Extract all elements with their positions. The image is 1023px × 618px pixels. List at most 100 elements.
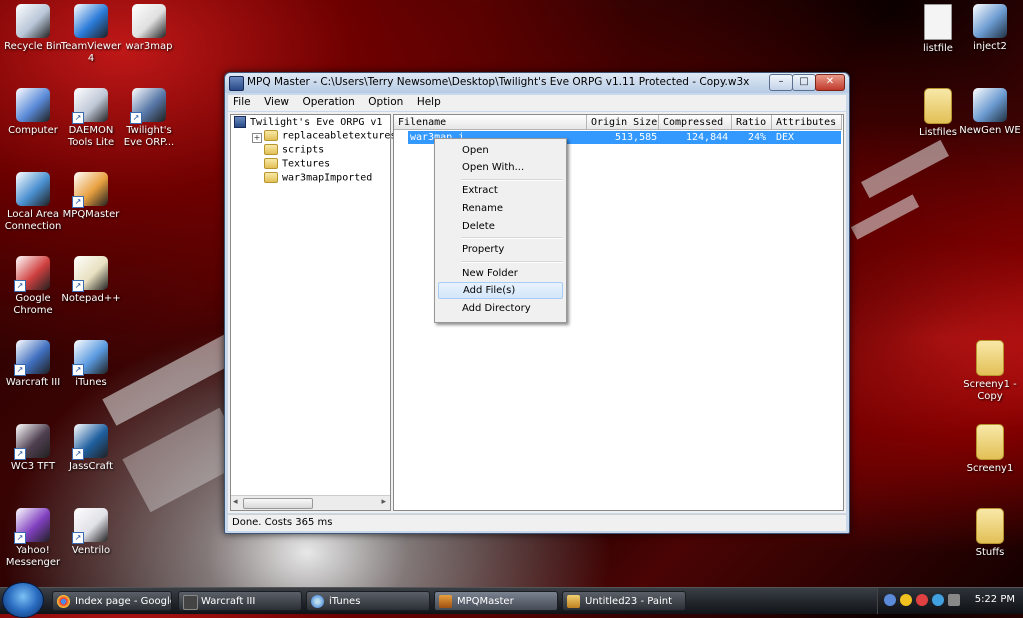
- scroll-right-arrow-icon[interactable]: ▸: [381, 497, 386, 507]
- shortcut-arrow-icon: ↗: [14, 280, 26, 292]
- desktop-icon[interactable]: Screeny1: [957, 424, 1023, 475]
- yahoo-tray-icon[interactable]: [900, 594, 912, 606]
- warcraft-icon: [183, 595, 198, 610]
- folder-icon: [924, 88, 952, 124]
- menu-file[interactable]: File: [228, 95, 256, 109]
- jasscraft-icon: ↗: [72, 424, 108, 460]
- desktop-icon[interactable]: TeamViewer 4: [58, 4, 124, 65]
- maximize-button[interactable]: □: [792, 74, 816, 91]
- mpqmaster-app-icon: [229, 76, 244, 91]
- menu-item-delete[interactable]: Delete: [438, 218, 563, 235]
- menu-help[interactable]: Help: [412, 95, 446, 109]
- desktop-icon[interactable]: war3map: [116, 4, 182, 53]
- taskbar-item-mpqmaster[interactable]: MPQMaster: [434, 591, 558, 611]
- desktop-icon[interactable]: ↗ Warcraft III: [0, 340, 66, 389]
- taskbar-item-chrome[interactable]: Index page - Google...: [52, 591, 172, 611]
- menu-item-open-with[interactable]: Open With...: [438, 159, 563, 176]
- desktop-icon[interactable]: ↗ DAEMON Tools Lite: [58, 88, 124, 149]
- desktop-icon[interactable]: ↗ Twilight's Eve ORP...: [116, 88, 182, 149]
- tree-horizontal-scrollbar[interactable]: ◂ ▸: [231, 495, 390, 510]
- column-origin-size[interactable]: Origin Size: [587, 115, 659, 130]
- yahoo-icon: ↗: [14, 508, 50, 544]
- monitor-tray-icon[interactable]: [932, 594, 944, 606]
- column-compressed[interactable]: Compressed: [659, 115, 732, 130]
- network-tray-icon[interactable]: [884, 594, 896, 606]
- clock[interactable]: 5:22 PM: [975, 594, 1015, 605]
- shortcut-arrow-icon: ↗: [72, 112, 84, 124]
- minimize-button[interactable]: –: [769, 74, 793, 91]
- desktop-icon[interactable]: ↗ Yahoo! Messenger: [0, 508, 66, 569]
- desktop-icon-label: war3map: [125, 41, 173, 52]
- desktop-icon-label: Ventrilo: [71, 545, 111, 556]
- desktop-icon-label: MPQMaster: [62, 209, 120, 220]
- folder-icon: [976, 424, 1004, 460]
- column-ratio[interactable]: Ratio: [732, 115, 772, 130]
- taskbar-item-paint[interactable]: Untitled23 - Paint: [562, 591, 686, 611]
- alert-tray-icon[interactable]: [916, 594, 928, 606]
- folder-tree[interactable]: Twilight's Eve ORPG v1 + replaceabletext…: [230, 114, 396, 511]
- notepad-icon: ↗: [72, 256, 108, 292]
- menu-operation[interactable]: Operation: [298, 95, 360, 109]
- menu-item-rename[interactable]: Rename: [438, 200, 563, 217]
- volume-icon[interactable]: [948, 594, 960, 606]
- expand-toggle[interactable]: +: [252, 133, 262, 143]
- close-button[interactable]: ✕: [815, 74, 845, 91]
- desktop-icon[interactable]: Stuffs: [957, 508, 1023, 559]
- desktop-icon[interactable]: ↗ iTunes: [58, 340, 124, 389]
- scroll-left-arrow-icon[interactable]: ◂: [233, 497, 238, 507]
- desktop-icon-label: DAEMON Tools Lite: [67, 125, 115, 148]
- taskbar-item-warcraft[interactable]: Warcraft III: [178, 591, 302, 611]
- tree-item-war3mapimported[interactable]: war3mapImported: [264, 172, 372, 186]
- menu-item-add-files[interactable]: Add File(s): [438, 282, 563, 299]
- desktop-icon[interactable]: Screeny1 - Copy: [957, 340, 1023, 403]
- text-file-icon: [924, 4, 952, 40]
- tree-item-replaceabletextures[interactable]: replaceabletextures: [264, 130, 396, 144]
- wallpaper-streak: [850, 194, 920, 240]
- cell-origin-size: 513,585: [615, 132, 658, 143]
- taskbar-item-itunes[interactable]: iTunes: [306, 591, 430, 611]
- desktop-icon-label: Warcraft III: [5, 377, 61, 388]
- task-label: Warcraft III: [201, 596, 256, 607]
- menu-item-extract[interactable]: Extract: [438, 182, 563, 199]
- column-attributes[interactable]: Attributes: [772, 115, 842, 130]
- desktop-icon[interactable]: ↗ JassCraft: [58, 424, 124, 473]
- menu-item-add-directory[interactable]: Add Directory: [438, 300, 563, 317]
- desktop-icon[interactable]: Computer: [0, 88, 66, 137]
- desktop-icon-label: Yahoo! Messenger: [5, 545, 61, 568]
- scroll-thumb[interactable]: [243, 498, 313, 509]
- chrome-icon: [57, 595, 70, 608]
- column-filename[interactable]: Filename: [394, 115, 587, 130]
- folder-icon: [976, 508, 1004, 544]
- desktop-icon[interactable]: Local Area Connection: [0, 172, 66, 233]
- menu-item-new-folder[interactable]: New Folder: [438, 265, 563, 282]
- desktop-icon-label: Local Area Connection: [4, 209, 62, 232]
- desktop-icon[interactable]: ↗ Ventrilo: [58, 508, 124, 557]
- cell-ratio: 24%: [748, 132, 767, 143]
- desktop-icon[interactable]: ↗ WC3 TFT: [0, 424, 66, 473]
- war3map-file-icon: [132, 4, 166, 38]
- desktop-icon[interactable]: ↗ Notepad++: [58, 256, 124, 305]
- desktop-icon[interactable]: Recycle Bin: [0, 4, 66, 53]
- menu-option[interactable]: Option: [363, 95, 408, 109]
- menu-separator: [461, 261, 563, 263]
- desktop-icon[interactable]: ↗ Google Chrome: [0, 256, 66, 317]
- tree-root[interactable]: Twilight's Eve ORPG v1: [234, 116, 382, 130]
- menu-view[interactable]: View: [259, 95, 294, 109]
- menu-item-open[interactable]: Open: [438, 142, 563, 159]
- desktop-icon[interactable]: NewGen WE: [957, 88, 1023, 137]
- desktop-icon-label: Twilight's Eve ORP...: [123, 125, 175, 148]
- task-label: iTunes: [329, 596, 361, 607]
- start-button[interactable]: [2, 582, 44, 618]
- tree-item-scripts[interactable]: scripts: [264, 144, 324, 158]
- context-menu: Open Open With... Extract Rename Delete …: [434, 138, 567, 323]
- tree-item-textures[interactable]: Textures: [264, 158, 330, 172]
- shortcut-arrow-icon: ↗: [14, 448, 26, 460]
- title-bar[interactable]: MPQ Master - C:\Users\Terry Newsome\Desk…: [225, 73, 849, 93]
- desktop-icon[interactable]: ↗ MPQMaster: [58, 172, 124, 221]
- desktop-icon[interactable]: inject2: [957, 4, 1023, 53]
- desktop-icon-label: Recycle Bin: [4, 41, 62, 52]
- menu-item-property[interactable]: Property: [438, 241, 563, 258]
- shortcut-arrow-icon: ↗: [72, 532, 84, 544]
- shortcut-arrow-icon: ↗: [130, 112, 142, 124]
- desktop-icon-label: TeamViewer 4: [60, 41, 122, 64]
